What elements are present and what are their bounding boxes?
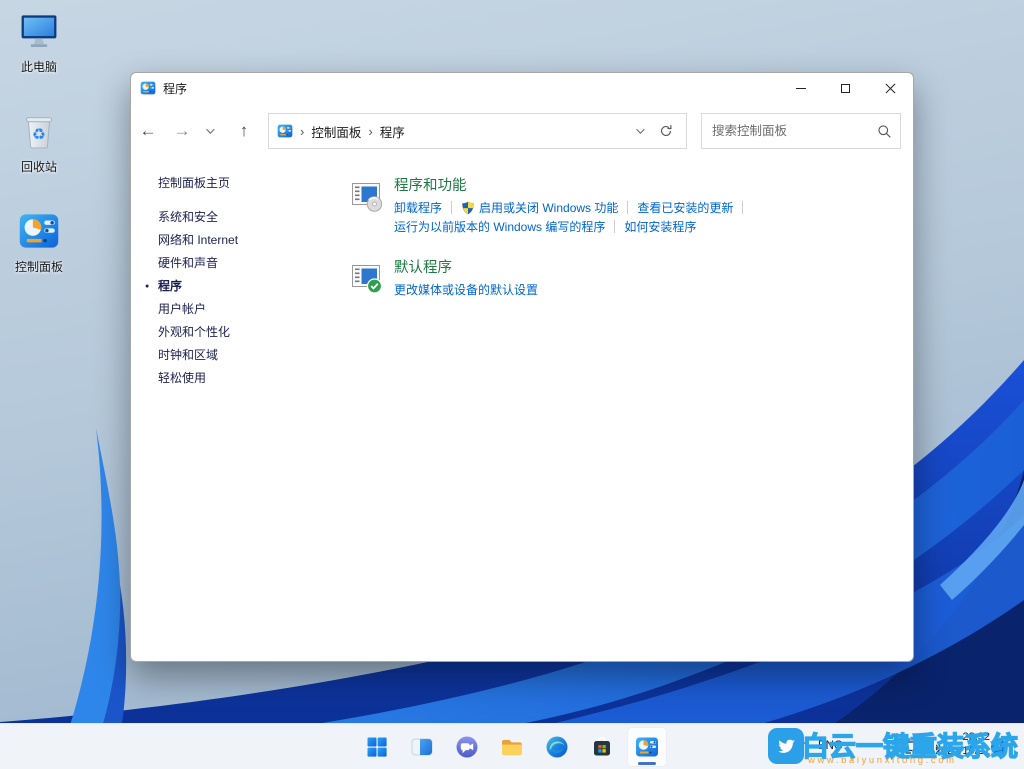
search-box <box>701 113 901 149</box>
group-title-default-programs[interactable]: 默认程序 <box>394 259 538 277</box>
store-icon <box>590 735 614 759</box>
control-panel-window: 程序 ← → ↑ › 控制面板 › 程序 控制面板主页 系统和安全 网络和 <box>130 72 914 662</box>
tray-time: 22:32 <box>935 730 990 744</box>
uac-shield-icon <box>461 201 475 215</box>
breadcrumb-programs[interactable]: 程序 <box>380 122 405 141</box>
minimize-icon <box>796 88 806 89</box>
group-title-programs-features[interactable]: 程序和功能 <box>394 177 752 195</box>
taskbar-edge-button[interactable] <box>537 727 577 767</box>
sidebar: 控制面板主页 系统和安全 网络和 Internet 硬件和声音 程序 用户帐户 … <box>158 173 338 390</box>
desktop-icon-label: 控制面板 <box>15 258 63 275</box>
link-separator <box>451 201 452 214</box>
window-icon <box>140 80 156 96</box>
link-windows-features[interactable]: 启用或关闭 Windows 功能 <box>479 199 618 216</box>
group-programs-and-features: 程序和功能 卸载程序 启用或关闭 Windows 功能 查看已安装的更新 运行为… <box>351 177 891 236</box>
sidebar-item-hardware-sound[interactable]: 硬件和声音 <box>158 252 338 275</box>
link-installed-updates[interactable]: 查看已安装的更新 <box>637 199 733 216</box>
sidebar-item-clock-region[interactable]: 时钟和区域 <box>158 344 338 367</box>
desktop-icon-list: 此电脑 回收站 控制面板 <box>6 8 72 308</box>
desktop-icon-label: 回收站 <box>21 158 57 175</box>
breadcrumb-root-icon <box>277 123 293 139</box>
taskbar-app-list <box>0 724 1024 769</box>
search-icon[interactable] <box>877 124 892 139</box>
link-run-older-programs[interactable]: 运行为以前版本的 Windows 编写的程序 <box>394 218 605 235</box>
group-default-programs: 默认程序 更改媒体或设备的默认设置 <box>351 259 891 299</box>
back-button[interactable]: ← <box>131 121 165 141</box>
notification-badge[interactable]: 1 <box>991 739 1007 755</box>
sidebar-item-programs[interactable]: 程序 <box>158 275 338 298</box>
taskbar-file-explorer-button[interactable] <box>492 727 532 767</box>
link-change-media-defaults[interactable]: 更改媒体或设备的默认设置 <box>394 281 538 298</box>
desktop-icon-label: 此电脑 <box>21 58 57 75</box>
sidebar-item-user-accounts[interactable]: 用户帐户 <box>158 298 338 321</box>
desktop-icon-control-panel[interactable]: 控制面板 <box>6 208 72 300</box>
sidebar-item-ease-of-access[interactable]: 轻松使用 <box>158 367 338 390</box>
taskbar-store-button[interactable] <box>582 727 622 767</box>
control-panel-icon <box>635 735 659 759</box>
chevron-down-icon <box>206 125 214 133</box>
link-separator <box>742 201 743 214</box>
taskbar-start-button[interactable] <box>357 727 397 767</box>
forward-button[interactable]: → <box>165 121 199 141</box>
sidebar-item-appearance[interactable]: 外观和个性化 <box>158 321 338 344</box>
link-separator <box>614 220 615 233</box>
address-dropdown-button[interactable] <box>626 128 652 134</box>
title-bar[interactable]: 程序 <box>131 73 913 103</box>
sidebar-item-network-internet[interactable]: 网络和 Internet <box>158 229 338 252</box>
file-explorer-icon <box>500 735 524 759</box>
refresh-button[interactable] <box>652 124 680 138</box>
start-icon <box>365 735 389 759</box>
task-view-icon <box>410 735 434 759</box>
recycle-bin-icon <box>16 108 62 154</box>
refresh-icon <box>659 124 673 138</box>
maximize-icon <box>841 84 850 93</box>
link-separator <box>627 201 628 214</box>
control-panel-icon <box>16 208 62 254</box>
taskbar: ENG 22:32 2021/10/21 1 <box>0 723 1024 769</box>
search-input[interactable] <box>712 124 877 138</box>
minimize-button[interactable] <box>778 73 823 103</box>
tray-date: 2021/10/21 <box>935 744 990 758</box>
recent-pages-dropdown[interactable] <box>199 128 219 134</box>
close-button[interactable] <box>868 73 913 103</box>
tray-clock[interactable]: 22:32 2021/10/21 <box>935 730 990 758</box>
taskbar-chat-button[interactable] <box>447 727 487 767</box>
breadcrumb-separator: › <box>368 124 372 139</box>
address-bar[interactable]: › 控制面板 › 程序 <box>268 113 687 149</box>
taskbar-task-view-button[interactable] <box>402 727 442 767</box>
link-how-to-install[interactable]: 如何安装程序 <box>624 218 696 235</box>
chevron-up-icon <box>801 742 809 750</box>
sidebar-item-system-security[interactable]: 系统和安全 <box>158 206 338 229</box>
edge-icon <box>545 735 569 759</box>
sidebar-item-home[interactable]: 控制面板主页 <box>158 173 338 193</box>
tray-show-hidden-icons[interactable] <box>798 743 812 749</box>
desktop-icon-this-pc[interactable]: 此电脑 <box>6 8 72 100</box>
main-content: 程序和功能 卸载程序 启用或关闭 Windows 功能 查看已安装的更新 运行为… <box>351 177 891 322</box>
default-programs-icon[interactable] <box>351 262 383 294</box>
desktop-icon-recycle-bin[interactable]: 回收站 <box>6 108 72 200</box>
programs-features-icon[interactable] <box>351 180 383 212</box>
breadcrumb-control-panel[interactable]: 控制面板 <box>311 122 361 141</box>
up-button[interactable]: ↑ <box>227 121 261 141</box>
maximize-button[interactable] <box>823 73 868 103</box>
link-uninstall-program[interactable]: 卸载程序 <box>394 199 442 216</box>
window-title: 程序 <box>163 80 187 97</box>
close-icon <box>885 83 896 94</box>
taskbar-control-panel-button[interactable] <box>627 727 667 767</box>
navigation-bar: ← → ↑ › 控制面板 › 程序 <box>131 103 913 159</box>
chat-icon <box>455 735 479 759</box>
chevron-down-icon <box>636 125 644 133</box>
breadcrumb-separator: › <box>300 124 304 139</box>
tray-language-indicator[interactable]: ENG <box>818 740 843 752</box>
network-icon[interactable] <box>901 739 918 761</box>
this-pc-icon <box>16 8 62 54</box>
